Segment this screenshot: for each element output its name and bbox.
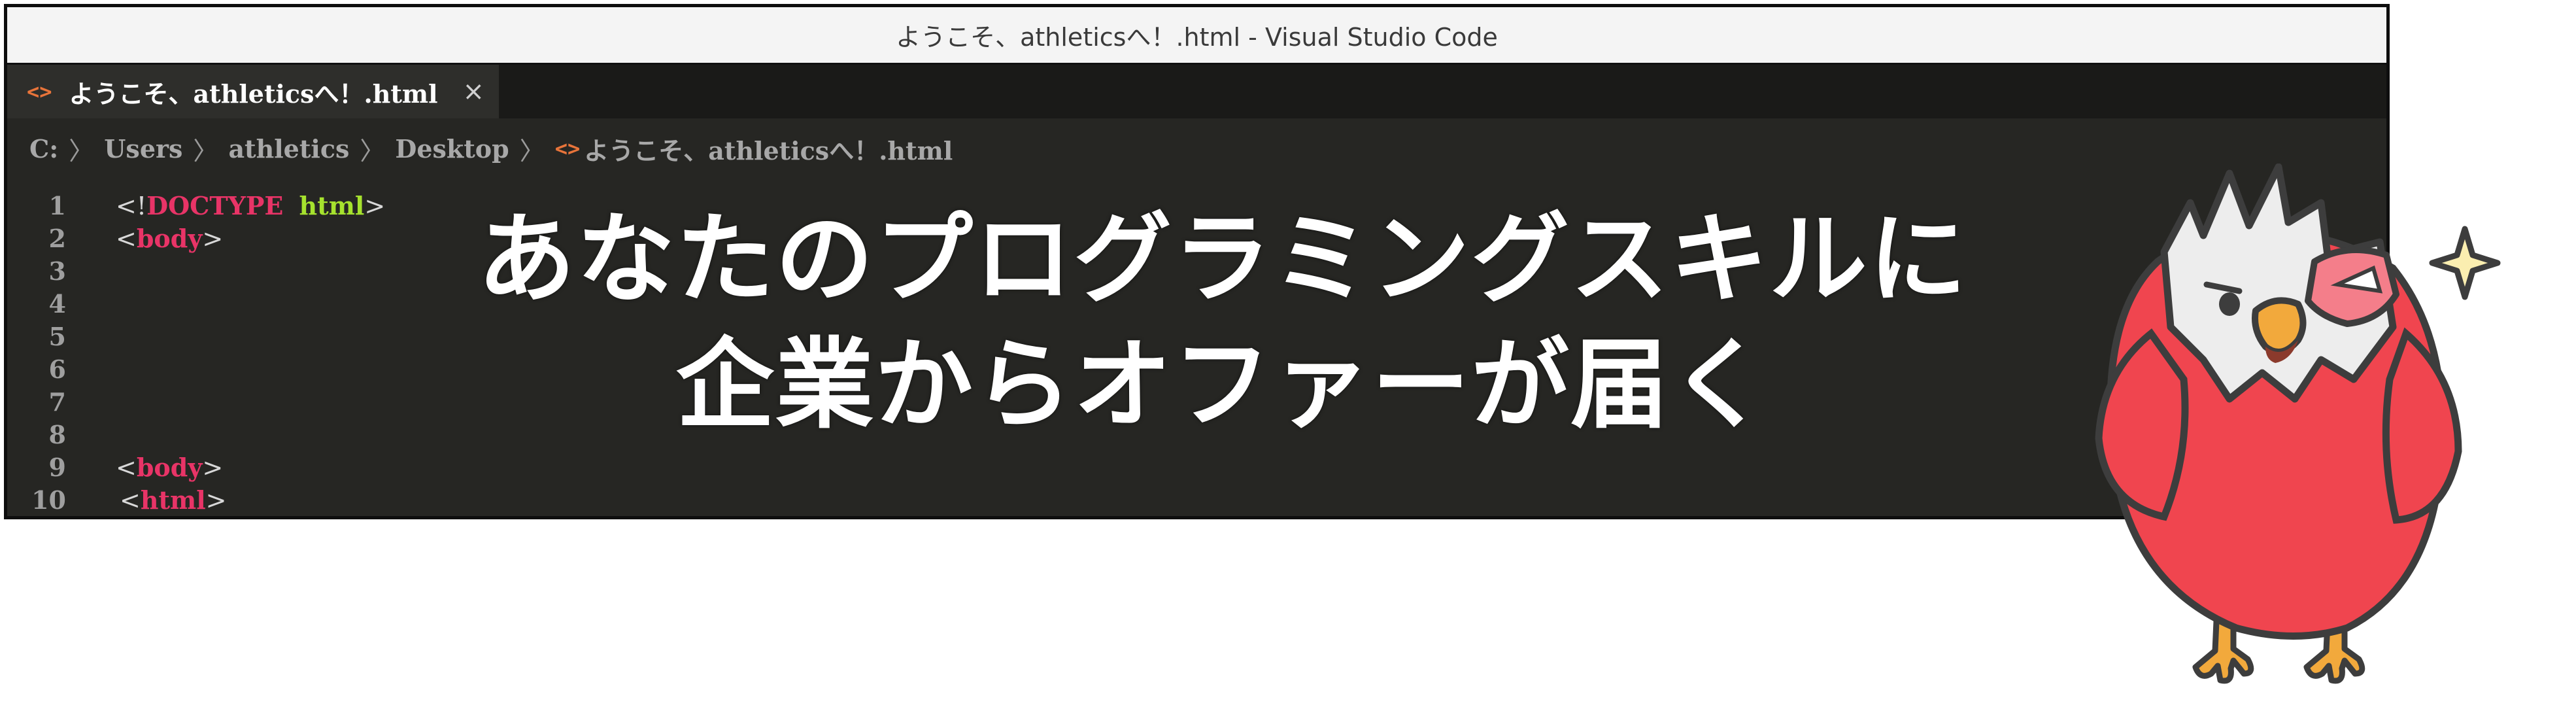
code-line: 1 <!DOCTYPE html> (7, 189, 386, 222)
code-line: 3 (7, 254, 66, 287)
chevron-right-icon: 〉 (193, 136, 218, 165)
html-tag-icon: <> (554, 136, 581, 161)
eagle-mascot-icon (2095, 164, 2501, 684)
chevron-right-icon: 〉 (360, 136, 385, 165)
line-number: 3 (48, 256, 66, 286)
line-number: 7 (48, 387, 66, 417)
code-text: <body> (116, 223, 224, 253)
line-number: 8 (48, 419, 66, 449)
code-line: 6 (7, 353, 66, 385)
code-line: 2 <body> (7, 222, 224, 254)
line-number: 2 (48, 223, 66, 253)
window-title: ようこそ、athleticsへ！.html - Visual Studio Co… (896, 23, 1498, 52)
tab-strip: <> ようこそ、athleticsへ！.html × (7, 65, 2386, 118)
code-line: 4 (7, 287, 66, 320)
code-line: 9 <body> (7, 451, 224, 483)
line-number: 10 (31, 485, 66, 515)
breadcrumb-item-file[interactable]: ようこそ、athleticsへ！.html (584, 131, 953, 167)
line-number: 4 (48, 288, 66, 319)
tab-label: ようこそ、athleticsへ！.html (69, 78, 438, 109)
tab-html-file[interactable]: <> ようこそ、athleticsへ！.html × (7, 65, 499, 118)
code-text: <!DOCTYPE html> (116, 190, 386, 220)
line-number: 6 (48, 354, 66, 384)
close-icon[interactable]: × (463, 77, 485, 107)
breadcrumb: C: 〉 Users 〉 athletics 〉 Desktop 〉 <> よう… (7, 118, 2386, 179)
breadcrumb-item-drive[interactable]: C: (29, 134, 58, 164)
breadcrumb-item-users[interactable]: Users (104, 134, 182, 164)
chevron-right-icon: 〉 (69, 136, 94, 165)
code-text: <html> (120, 485, 227, 515)
code-line: 5 (7, 320, 66, 353)
sparkle-icon (2429, 226, 2501, 300)
breadcrumb-item-athletics[interactable]: athletics (228, 134, 349, 164)
code-line: 7 (7, 385, 66, 418)
code-line: 8 (7, 418, 66, 451)
headline-line-2: 企業からオファーが届く (675, 327, 1769, 442)
headline-line-1: あなたのプログラミングスキルに (477, 201, 1968, 317)
eye (2219, 292, 2240, 316)
line-number: 9 (48, 452, 66, 482)
window-title-bar[interactable]: ようこそ、athleticsへ！.html - Visual Studio Co… (7, 7, 2386, 65)
headline: あなたのプログラミングスキルに 企業からオファーが届く (366, 196, 2079, 447)
code-text: <body> (116, 452, 224, 482)
html-tag-icon: <> (27, 79, 52, 104)
line-number: 1 (48, 190, 66, 220)
line-number: 5 (48, 321, 66, 351)
chevron-right-icon: 〉 (519, 136, 545, 165)
breadcrumb-item-desktop[interactable]: Desktop (395, 134, 509, 164)
code-line: 10 <html> (7, 483, 226, 516)
right-wing (2382, 327, 2462, 524)
